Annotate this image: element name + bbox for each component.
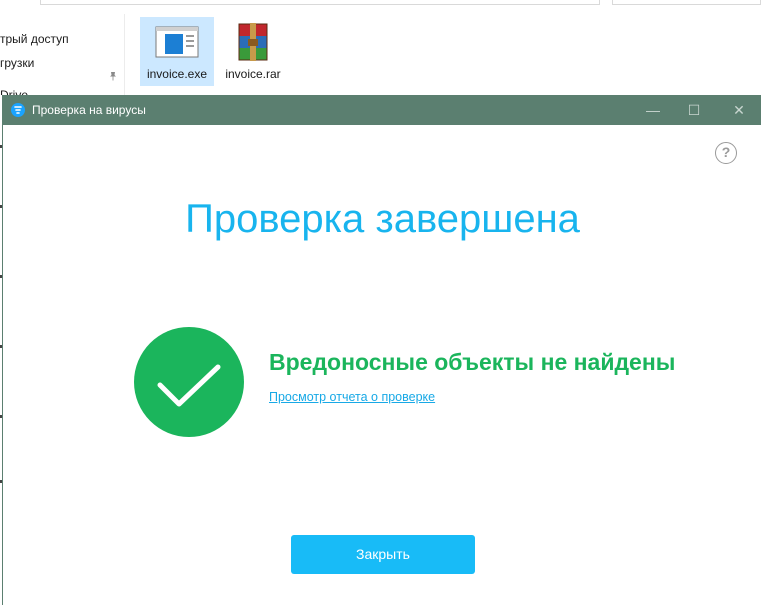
minimize-button[interactable]: — <box>630 95 676 125</box>
shield-icon <box>11 103 25 117</box>
nav-item-quick-access[interactable]: трый доступ <box>0 32 69 46</box>
pin-icon <box>110 72 116 81</box>
exe-file-icon <box>153 21 201 63</box>
file-invoice-rar[interactable]: invoice.rar <box>216 17 290 86</box>
close-window-button[interactable]: ✕ <box>716 95 761 125</box>
view-report-link[interactable]: Просмотр отчета о проверке <box>269 390 435 404</box>
help-icon[interactable]: ? <box>715 142 737 164</box>
scan-complete-heading: Проверка завершена <box>185 197 580 241</box>
file-name: invoice.exe <box>146 67 208 81</box>
file-invoice-exe[interactable]: invoice.exe <box>140 17 214 86</box>
nav-item-drive[interactable]: Drive <box>0 88 28 95</box>
checkmark-icon <box>134 327 244 437</box>
virus-scan-dialog: Проверка на вирусы — ☐ ✕ ? Проверка заве… <box>2 95 761 605</box>
close-button[interactable]: Закрыть <box>291 535 475 574</box>
scan-result-text: Вредоносные объекты не найдены <box>269 349 676 375</box>
title-bar[interactable]: Проверка на вирусы — ☐ ✕ <box>3 95 761 125</box>
window-title: Проверка на вирусы <box>32 103 146 117</box>
address-bar[interactable] <box>40 0 600 5</box>
winrar-archive-icon <box>229 21 277 63</box>
file-name: invoice.rar <box>225 67 281 81</box>
nav-item-downloads[interactable]: грузки <box>0 56 34 70</box>
search-box[interactable] <box>612 0 761 5</box>
navigation-pane: трый доступ грузки Drive <box>0 14 125 96</box>
maximize-button[interactable]: ☐ <box>671 95 717 125</box>
